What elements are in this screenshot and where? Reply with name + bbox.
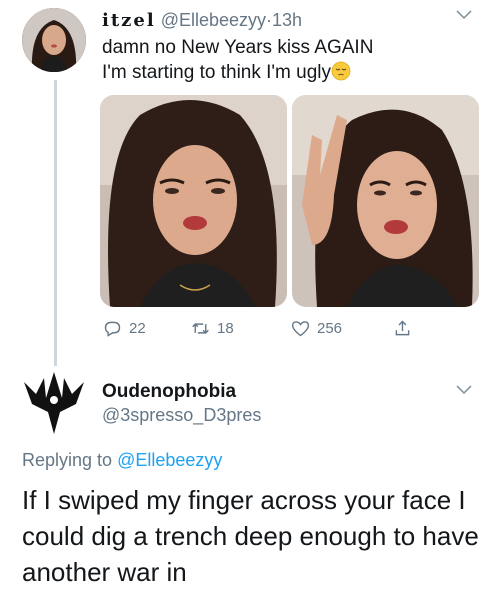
like-button[interactable]: 256	[290, 318, 342, 339]
mention-link[interactable]: @Ellebeezyy	[117, 450, 222, 470]
retweet-button[interactable]: 18	[190, 318, 234, 339]
heart-icon	[291, 321, 310, 337]
pensive-face-icon	[331, 61, 351, 81]
media-photo-2[interactable]	[292, 95, 479, 307]
timestamp[interactable]: 13h	[272, 10, 302, 30]
retweet-count: 18	[217, 320, 234, 337]
user-handle[interactable]: @Ellebeezyy	[161, 10, 266, 30]
tweet-text: damn no New Years kiss AGAIN I'm startin…	[102, 35, 472, 85]
chevron-down-icon[interactable]	[456, 10, 472, 20]
replying-prefix: Replying to	[22, 450, 113, 470]
tweet-text-line-1: damn no New Years kiss AGAIN	[102, 37, 374, 58]
tweet-header: itzel @Ellebeezyy·13h	[102, 10, 302, 31]
tweet-text-line-2: I'm starting to think I'm ugly	[102, 60, 472, 85]
reply-text: If I swiped my finger across your face I…	[22, 485, 479, 587]
replying-to: Replying to @Ellebeezyy	[22, 450, 222, 471]
retweet-icon	[192, 323, 209, 334]
chevron-down-icon[interactable]	[456, 385, 472, 395]
avatar-logo[interactable]	[22, 368, 86, 436]
reply-icon	[104, 321, 121, 337]
share-icon	[395, 320, 410, 336]
display-name[interactable]: Oudenophobia	[102, 381, 236, 403]
media-grid	[100, 95, 479, 307]
tweet-text-line-2-text: I'm starting to think I'm ugly	[102, 62, 332, 83]
reply-count: 22	[129, 320, 146, 337]
thread-line	[54, 80, 57, 366]
display-name[interactable]: itzel	[102, 10, 156, 31]
share-button[interactable]	[392, 318, 413, 339]
media-photo-1[interactable]	[100, 95, 287, 307]
tweet-actions: 22 18 256	[102, 318, 442, 342]
avatar[interactable]	[22, 8, 86, 72]
reply-button[interactable]: 22	[102, 318, 146, 339]
like-count: 256	[317, 320, 343, 337]
user-handle[interactable]: @3spresso_D3pres	[102, 405, 261, 426]
